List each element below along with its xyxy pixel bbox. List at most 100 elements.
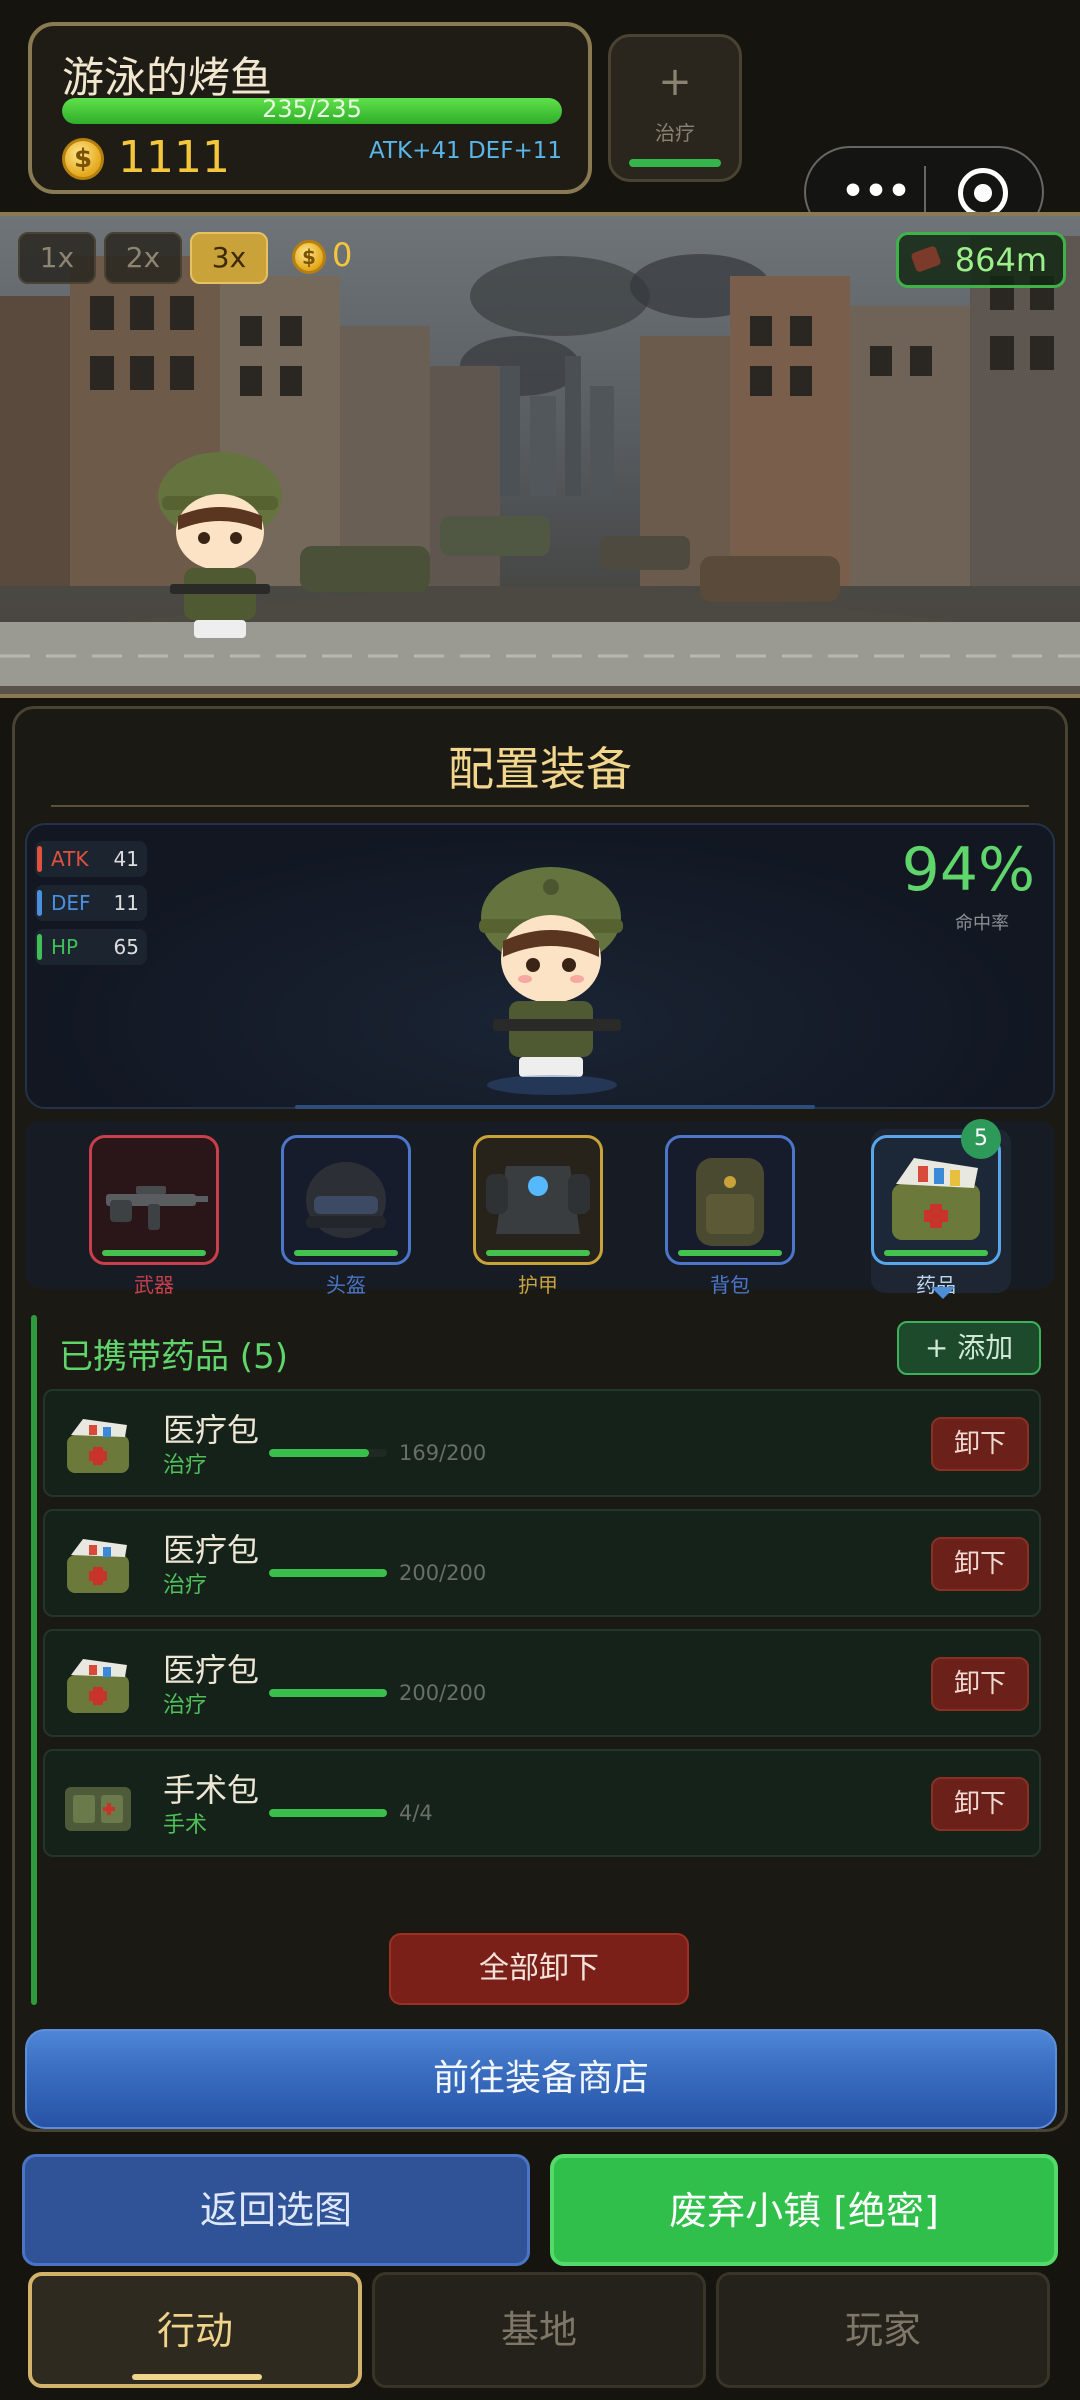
hp-text: 235/235 <box>262 98 362 123</box>
go-to-shop-button[interactable]: 前往装备商店 <box>25 2029 1057 2129</box>
list-item: 医疗包 治疗 200/200 卸下 <box>43 1629 1041 1737</box>
slot-label: 背包 <box>710 1273 750 1297</box>
uses-bar <box>269 1449 387 1457</box>
section-rail <box>31 1315 37 2005</box>
uses-bar-fill <box>269 1809 387 1817</box>
hit-rate-value: 94% <box>901 835 1035 905</box>
stat-value: 11 <box>113 891 139 915</box>
medicine-name: 手术包 <box>163 1771 260 1809</box>
battle-scene: 1x 2x 3x $ 0 864m <box>0 212 1080 698</box>
slot-weapon[interactable] <box>89 1135 219 1265</box>
tab-base[interactable]: 基地 <box>372 2272 706 2388</box>
medicine-type: 治疗 <box>163 1693 208 1718</box>
medkit-icon <box>67 1419 129 1473</box>
medkit-icon <box>67 1659 129 1713</box>
medicine-name: 医疗包 <box>163 1531 260 1569</box>
coin-icon: $ <box>292 240 326 274</box>
medkit-icon <box>67 1539 129 1593</box>
medicine-type: 治疗 <box>163 1573 208 1598</box>
hp-bar: 235/235 <box>62 98 562 124</box>
speed-3x-button[interactable]: 3x <box>190 232 268 284</box>
list-item: 医疗包 治疗 169/200 卸下 <box>43 1389 1041 1497</box>
active-slot-pointer <box>931 1287 955 1299</box>
character-shadow <box>487 1075 617 1095</box>
stat-value: 41 <box>113 847 139 871</box>
durability-bar <box>294 1250 398 1256</box>
tab-label: 玩家 <box>844 2308 921 2352</box>
panel-title: 配置装备 <box>448 742 632 796</box>
run-coins: 0 <box>332 236 353 274</box>
slot-armor[interactable] <box>473 1135 603 1265</box>
stat-value: 65 <box>113 935 139 959</box>
durability-bar <box>678 1250 782 1256</box>
unequip-button[interactable]: 卸下 <box>931 1657 1029 1711</box>
tab-player[interactable]: 玩家 <box>716 2272 1050 2388</box>
medicine-title: 已携带药品 (5) <box>59 1337 288 1377</box>
character-preview: ATK 41 DEF 11 HP 65 94% 命中率 <box>25 823 1055 1109</box>
speed-2x-button[interactable]: 2x <box>104 232 182 284</box>
tab-label: 行动 <box>156 2309 233 2353</box>
player-card: 游泳的烤鱼 235/235 $ 1111 ATK+41 DEF+11 <box>28 22 592 194</box>
start-mission-button[interactable]: 废弃小镇 [绝密] <box>550 2154 1058 2266</box>
backpack-icon <box>696 1158 764 1246</box>
soldier-portrait <box>479 867 623 1077</box>
uses-count: 4/4 <box>399 1801 433 1825</box>
stat-label: DEF <box>51 891 91 915</box>
hit-rate-label: 命中率 <box>955 913 1009 934</box>
unequip-all-button[interactable]: 全部卸下 <box>389 1933 689 2005</box>
equipment-slots: 武器 头盔 护甲 背包 药品 5 <box>25 1119 1055 1299</box>
equipment-panel: 配置装备 ATK 41 DEF 11 HP 65 94% 命中率 武器 头盔 护… <box>12 706 1068 2132</box>
tab-active-indicator <box>132 2374 262 2380</box>
heal-button[interactable]: + 治疗 <box>608 34 742 182</box>
durability-bar <box>102 1250 206 1256</box>
distance-icon <box>910 245 942 273</box>
distance-badge: 864m <box>895 232 1066 288</box>
durability-bar <box>884 1250 988 1256</box>
uses-bar-fill <box>269 1689 387 1697</box>
heal-label: 治疗 <box>655 121 695 145</box>
stat-label: ATK <box>51 847 89 871</box>
medicine-name: 医疗包 <box>163 1411 260 1449</box>
gold-amount: 1111 <box>118 132 230 183</box>
tab-label: 基地 <box>500 2308 577 2352</box>
uses-bar <box>269 1569 387 1577</box>
medicine-count-badge: 5 <box>961 1119 1001 1159</box>
slot-label: 护甲 <box>518 1273 558 1297</box>
soldier-character <box>158 452 282 638</box>
more-icon[interactable]: ••• <box>836 172 916 212</box>
slot-label: 武器 <box>134 1273 174 1297</box>
add-medicine-button[interactable]: + 添加 <box>897 1321 1041 1375</box>
close-target-icon[interactable] <box>958 168 1008 218</box>
speed-1x-button[interactable]: 1x <box>18 232 96 284</box>
list-item: 手术包 手术 4/4 卸下 <box>43 1749 1041 1857</box>
helmet-icon <box>306 1162 386 1238</box>
uses-count: 169/200 <box>399 1441 487 1465</box>
medicine-name: 医疗包 <box>163 1651 260 1689</box>
stat-def: DEF 11 <box>35 885 147 921</box>
unequip-button[interactable]: 卸下 <box>931 1417 1029 1471</box>
back-to-map-select-button[interactable]: 返回选图 <box>22 2154 530 2266</box>
distance-value: 864m <box>954 241 1047 279</box>
slot-helmet[interactable] <box>281 1135 411 1265</box>
list-item: 医疗包 治疗 200/200 卸下 <box>43 1509 1041 1617</box>
medicine-section: 已携带药品 (5) + 添加 医疗包 治疗 169/200 卸下 医疗包 治疗 … <box>31 1315 1055 2005</box>
plus-icon: + <box>658 59 692 105</box>
title-divider <box>51 805 1029 807</box>
unequip-button[interactable]: 卸下 <box>931 1537 1029 1591</box>
coin-icon: $ <box>62 138 104 180</box>
heal-cooldown-bar <box>629 159 721 167</box>
slot-backpack[interactable] <box>665 1135 795 1265</box>
uses-bar <box>269 1689 387 1697</box>
rifle-icon <box>106 1186 208 1230</box>
medicine-type: 治疗 <box>163 1453 208 1478</box>
uses-bar-fill <box>269 1569 387 1577</box>
durability-bar <box>486 1250 590 1256</box>
player-name: 游泳的烤鱼 <box>62 53 273 102</box>
unequip-button[interactable]: 卸下 <box>931 1777 1029 1831</box>
stat-hp: HP 65 <box>35 929 147 965</box>
stat-label: HP <box>51 935 79 959</box>
tab-action[interactable]: 行动 <box>28 2272 362 2388</box>
armor-icon <box>486 1166 590 1234</box>
uses-bar-fill <box>269 1449 369 1457</box>
surgery-kit-icon <box>65 1787 131 1831</box>
